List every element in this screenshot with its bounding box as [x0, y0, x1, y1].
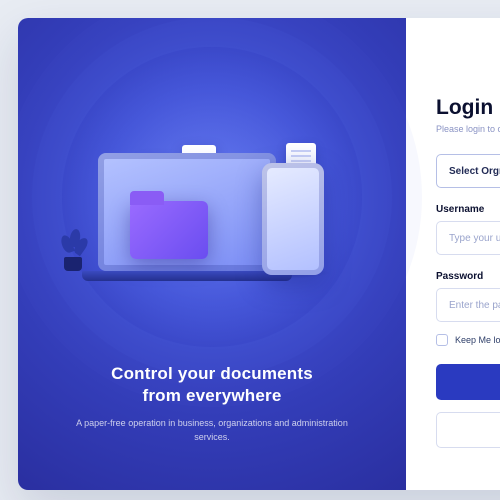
organization-select[interactable]: Select Orgnization t ▾	[436, 154, 500, 188]
phone-icon	[262, 163, 324, 275]
organization-select-label: Select Orgnization t	[449, 166, 500, 177]
plant-icon	[64, 257, 82, 271]
password-label: Password	[436, 271, 500, 282]
username-label: Username	[436, 204, 500, 215]
keep-logged-label: Keep Me logged in for 3	[455, 335, 500, 345]
password-input[interactable]	[449, 300, 500, 311]
login-panel: ebadms Login Please login to countin Sel…	[406, 18, 500, 490]
app-window: Control your documents from everywhere A…	[18, 18, 500, 490]
hero-panel: Control your documents from everywhere A…	[18, 18, 406, 490]
hero-illustration	[82, 121, 342, 311]
hero-title: Control your documents from everywhere	[58, 363, 366, 407]
google-signin-button[interactable]: G	[436, 412, 500, 448]
hero-title-line2: from everywhere	[142, 386, 281, 405]
password-field-wrap	[436, 288, 500, 322]
folder-icon	[130, 201, 208, 259]
login-subtitle: Please login to countin	[436, 124, 500, 134]
login-title: Login	[436, 96, 500, 120]
hero-subtitle: A paper-free operation in business, orga…	[58, 417, 366, 444]
username-field-wrap	[436, 221, 500, 255]
laptop-base-icon	[82, 271, 292, 281]
keep-logged-checkbox[interactable]	[436, 334, 448, 346]
hero-title-line1: Control your documents	[111, 364, 313, 383]
login-button[interactable]	[436, 364, 500, 400]
username-input[interactable]	[449, 233, 500, 244]
